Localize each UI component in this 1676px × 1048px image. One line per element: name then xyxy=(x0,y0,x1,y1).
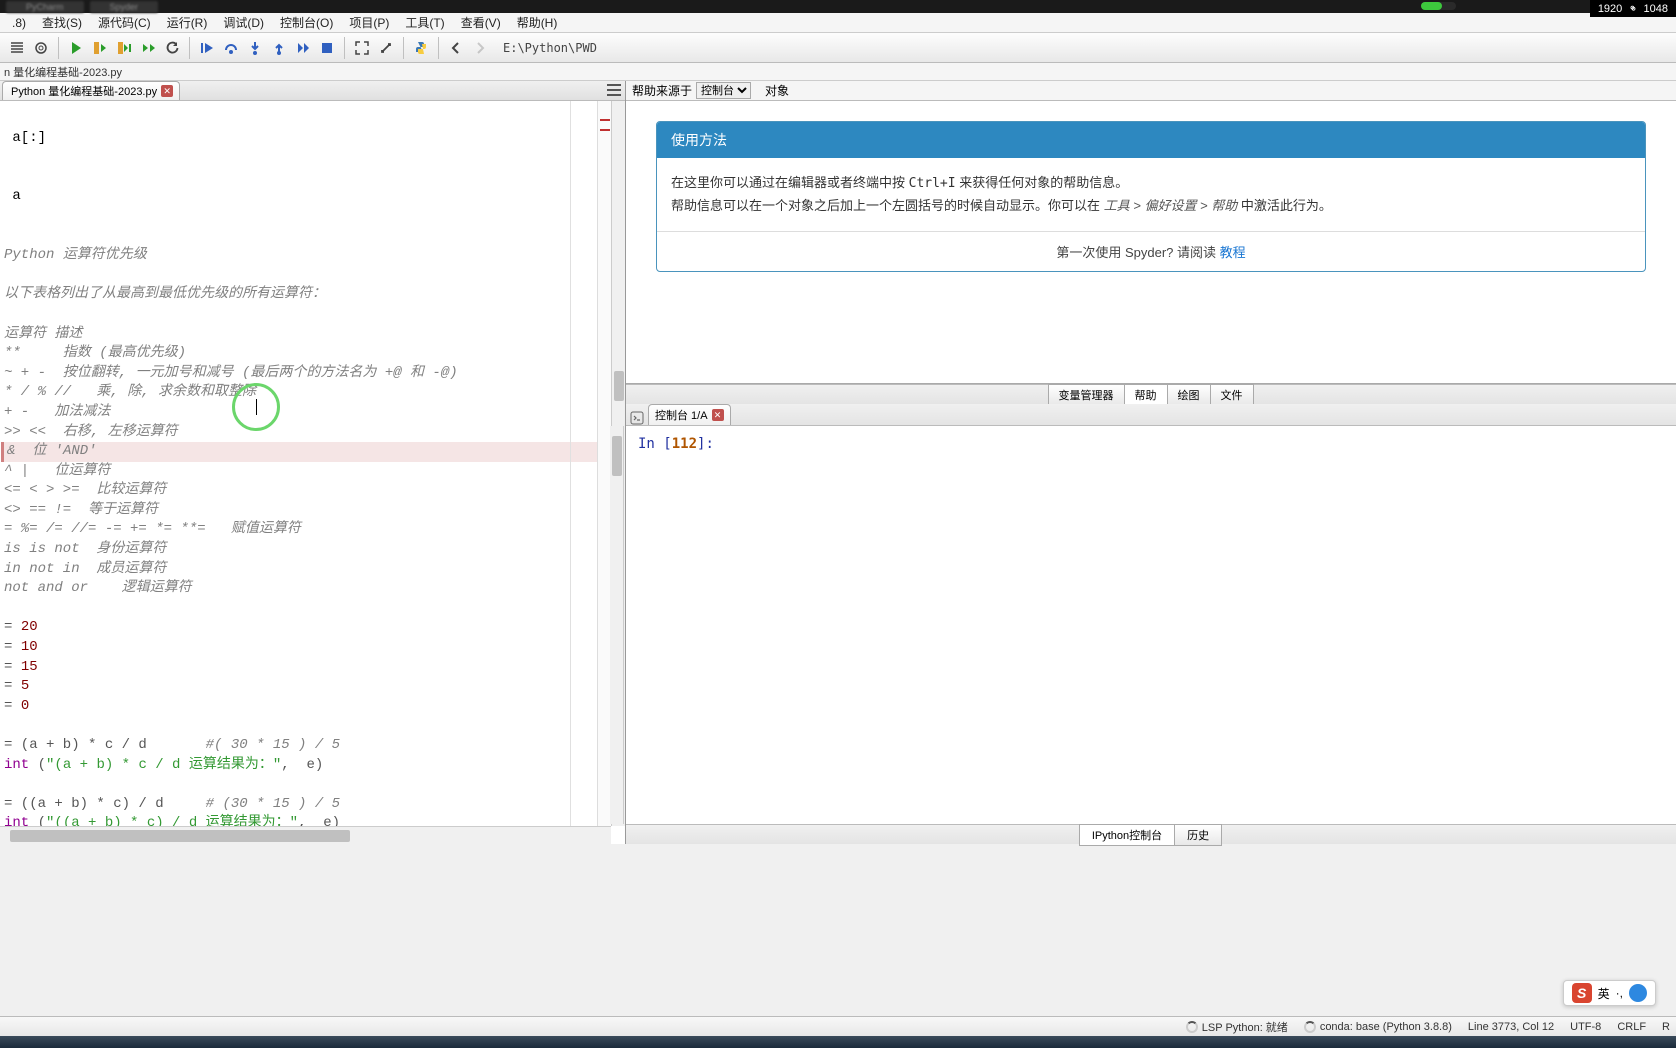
blurred-titlebar-item: PyCharm xyxy=(6,1,84,13)
code-editor[interactable]: a[:] a Python 运算符优先级 以下表格列出了从最高到最低优先级的所有… xyxy=(0,101,625,844)
recording-progress xyxy=(1421,2,1456,10)
back-icon[interactable] xyxy=(445,37,467,59)
fullscreen-icon[interactable] xyxy=(351,37,373,59)
help-header-bar: 帮助来源于 控制台 对象 xyxy=(626,81,1676,101)
editor-tab-active[interactable]: Python 量化编程基础-2023.py ✕ xyxy=(2,81,180,100)
menu-tools[interactable]: 工具(T) xyxy=(397,14,452,31)
ime-indicator[interactable]: S 英 ·, xyxy=(1563,980,1656,1006)
menu-console[interactable]: 控制台(O) xyxy=(272,14,341,31)
right-panel: 帮助来源于 控制台 对象 使用方法 在这里你可以通过在编辑器或者终端中按 Ctr… xyxy=(626,81,1676,844)
help-box-title: 使用方法 xyxy=(657,122,1645,158)
settings-icon[interactable] xyxy=(375,37,397,59)
run-icon[interactable] xyxy=(65,37,87,59)
ime-lang: 英 xyxy=(1598,985,1610,1002)
blurred-titlebar-item: Spyder xyxy=(90,1,159,13)
tab-file[interactable]: 文件 xyxy=(1210,384,1254,406)
menu-run[interactable]: 运行(R) xyxy=(159,14,216,31)
editor-tab-label: Python 量化编程基础-2023.py xyxy=(11,83,157,99)
help-usage-box: 使用方法 在这里你可以通过在编辑器或者终端中按 Ctrl+I 来获得任何对象的帮… xyxy=(656,121,1646,272)
status-lsp: LSP Python: 就绪 xyxy=(1186,1019,1288,1035)
system-top-bar: PyCharm Spyder 1920 ⚭ 1048 xyxy=(0,0,1676,13)
tab-help[interactable]: 帮助 xyxy=(1124,384,1168,406)
console-tabs-bar: 控制台 1/A ✕ xyxy=(626,404,1676,426)
forward-icon[interactable] xyxy=(469,37,491,59)
console-tab-active[interactable]: 控制台 1/A ✕ xyxy=(648,404,731,425)
menu-fragment: .8) xyxy=(4,16,34,30)
column-guide xyxy=(570,101,571,826)
main-toolbar: E:\Python\PWD xyxy=(0,33,1676,63)
menu-project[interactable]: 项目(P) xyxy=(341,14,397,31)
link-icon: ⚭ xyxy=(1625,1,1641,17)
hamburger-icon[interactable] xyxy=(607,84,621,96)
menubar: .8) 查找(S) 源代码(C) 运行(R) 调试(D) 控制台(O) 项目(P… xyxy=(0,13,1676,33)
menu-view[interactable]: 查看(V) xyxy=(453,14,509,31)
working-dir-path: E:\Python\PWD xyxy=(503,41,597,55)
ipython-console[interactable]: In [112]: xyxy=(626,426,1676,824)
menu-debug[interactable]: 调试(D) xyxy=(215,14,272,31)
menu-search[interactable]: 查找(S) xyxy=(34,14,90,31)
smiley-icon xyxy=(1629,984,1647,1002)
tab-variables[interactable]: 变量管理器 xyxy=(1048,384,1125,406)
help-box-content: 在这里你可以通过在编辑器或者终端中按 Ctrl+I 来获得任何对象的帮助信息。 … xyxy=(657,158,1645,231)
status-encoding: UTF-8 xyxy=(1570,1021,1601,1033)
status-eol: CRLF xyxy=(1617,1021,1646,1033)
spinner-icon xyxy=(1304,1021,1316,1033)
editor-breadcrumb: n 量化编程基础-2023.py xyxy=(0,63,1676,81)
help-source-dropdown[interactable]: 控制台 xyxy=(696,82,751,99)
status-rw: R xyxy=(1662,1021,1670,1033)
console-icon xyxy=(630,411,644,425)
tab-ipython[interactable]: IPython控制台 xyxy=(1079,824,1175,846)
refresh-icon[interactable] xyxy=(161,37,183,59)
help-bottom-tabs: 变量管理器 帮助 绘图 文件 xyxy=(626,384,1676,404)
menu-source[interactable]: 源代码(C) xyxy=(90,14,159,31)
step-out-icon[interactable] xyxy=(268,37,290,59)
help-source-label: 帮助来源于 xyxy=(632,82,692,99)
spinner-icon xyxy=(1186,1021,1198,1033)
editor-tabs-bar: Python 量化编程基础-2023.py ✕ xyxy=(0,81,625,101)
continue-icon[interactable] xyxy=(292,37,314,59)
status-conda[interactable]: conda: base (Python 3.8.8) xyxy=(1304,1021,1452,1033)
tab-history[interactable]: 历史 xyxy=(1174,824,1222,846)
tutorial-link[interactable]: 教程 xyxy=(1220,245,1246,260)
run-cell-icon[interactable] xyxy=(89,37,111,59)
menu-help[interactable]: 帮助(H) xyxy=(509,14,566,31)
help-footer: 第一次使用 Spyder? 请阅读 教程 xyxy=(657,231,1645,271)
at-icon[interactable] xyxy=(30,37,52,59)
tab-plot[interactable]: 绘图 xyxy=(1167,384,1211,406)
run-cell-advance-icon[interactable] xyxy=(113,37,135,59)
list-icon[interactable] xyxy=(6,37,28,59)
editor-marker-margin xyxy=(597,101,611,826)
stop-icon[interactable] xyxy=(316,37,338,59)
console-vertical-scrollbar[interactable] xyxy=(610,426,624,824)
step-over-icon[interactable] xyxy=(220,37,242,59)
resolution-badge: 1920 ⚭ 1048 xyxy=(1590,0,1676,17)
console-bottom-tabs: IPython控制台 历史 xyxy=(626,824,1676,844)
close-icon[interactable]: ✕ xyxy=(161,85,173,97)
object-label: 对象 xyxy=(765,82,789,99)
help-body: 使用方法 在这里你可以通过在编辑器或者终端中按 Ctrl+I 来获得任何对象的帮… xyxy=(626,101,1676,384)
python-icon[interactable] xyxy=(410,37,432,59)
console-tab-label: 控制台 1/A xyxy=(655,407,708,423)
sogou-icon: S xyxy=(1572,983,1592,1003)
status-bar: LSP Python: 就绪 conda: base (Python 3.8.8… xyxy=(0,1016,1676,1036)
editor-panel: Python 量化编程基础-2023.py ✕ a[:] a Python 运算… xyxy=(0,81,626,844)
step-into-icon[interactable] xyxy=(244,37,266,59)
status-position: Line 3773, Col 12 xyxy=(1468,1021,1554,1033)
run-selection-icon[interactable] xyxy=(137,37,159,59)
windows-taskbar[interactable] xyxy=(0,1036,1676,1048)
close-icon[interactable]: ✕ xyxy=(712,409,724,421)
ime-punct: ·, xyxy=(1616,986,1623,1000)
debug-start-icon[interactable] xyxy=(196,37,218,59)
editor-horizontal-scrollbar[interactable] xyxy=(0,826,611,844)
